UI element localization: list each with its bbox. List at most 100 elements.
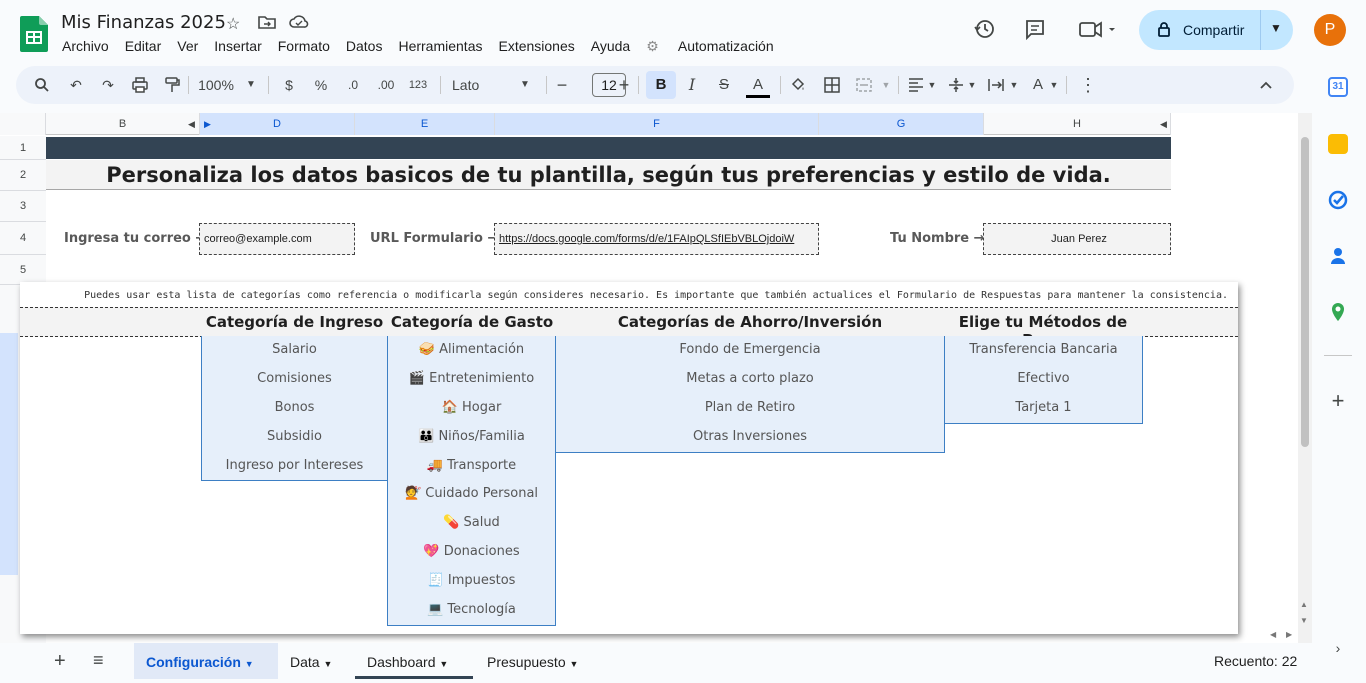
list-item[interactable]: 🥪 Alimentación — [388, 336, 555, 365]
strikethrough-button[interactable]: S — [714, 74, 734, 96]
wrap-dropdown-icon[interactable]: ▼ — [1008, 74, 1020, 96]
list-item[interactable]: 🏠 Hogar — [388, 394, 555, 423]
text-wrap-icon[interactable] — [986, 74, 1006, 96]
cloud-saved-icon[interactable] — [289, 14, 309, 35]
list-item[interactable]: Otras Inversiones — [556, 423, 944, 452]
tab-presupuesto[interactable]: Presupuesto ▼ — [475, 643, 605, 679]
list-item[interactable]: Bonos — [202, 394, 387, 423]
tab-dashboard[interactable]: Dashboard ▼ — [355, 643, 473, 679]
list-item[interactable]: Ingreso por Intereses — [202, 452, 387, 481]
list-item[interactable]: 👪 Niños/Familia — [388, 423, 555, 452]
list-item[interactable]: Fondo de Emergencia — [556, 336, 944, 365]
list-item[interactable]: Transferencia Bancaria — [945, 336, 1142, 365]
scroll-right-icon[interactable]: ▶ — [1286, 630, 1292, 639]
search-icon[interactable] — [32, 74, 52, 96]
zoom-select[interactable]: 100% — [196, 74, 236, 96]
sheets-logo-icon[interactable] — [20, 16, 48, 52]
comments-icon[interactable] — [1022, 18, 1048, 44]
star-icon[interactable]: ☆ — [226, 14, 240, 34]
decrease-decimal-button[interactable]: .0 — [341, 74, 365, 96]
share-button[interactable]: Compartir ▼ — [1139, 10, 1293, 50]
move-folder-icon[interactable] — [258, 14, 276, 35]
column-header-d[interactable]: D — [200, 113, 355, 135]
merge-dropdown-icon[interactable]: ▼ — [880, 74, 892, 96]
row-header-5[interactable]: 5 — [0, 255, 46, 285]
row-header-4[interactable]: 4 — [0, 222, 46, 255]
list-item[interactable]: Metas a corto plazo — [556, 365, 944, 394]
add-addon-icon[interactable]: + — [1328, 388, 1348, 414]
list-item[interactable]: Salario — [202, 336, 387, 365]
hidden-column-right-arrow-icon[interactable]: ▶ — [204, 113, 211, 135]
font-dropdown-icon[interactable]: ▼ — [518, 74, 532, 96]
menu-datos[interactable]: Datos — [346, 38, 391, 55]
menu-ver[interactable]: Ver — [177, 38, 206, 55]
list-item[interactable]: 💇 Cuidado Personal — [388, 480, 555, 509]
zoom-dropdown-icon[interactable]: ▼ — [244, 74, 258, 96]
tab-dropdown-icon[interactable]: ▼ — [323, 659, 332, 669]
list-item[interactable]: Efectivo — [945, 365, 1142, 394]
hidden-column-arrow-icon[interactable]: ◀ — [1160, 113, 1167, 135]
name-field[interactable]: Juan Perez — [983, 223, 1171, 255]
list-item[interactable]: 🚚 Transporte — [388, 452, 555, 481]
menu-insertar[interactable]: Insertar — [214, 38, 269, 55]
scroll-down-icon[interactable]: ▼ — [1300, 616, 1308, 625]
selection-summary[interactable]: Recuento: 22 — [1214, 653, 1297, 669]
document-title[interactable]: Mis Finanzas 2025 — [61, 12, 226, 33]
scroll-up-icon[interactable]: ▲ — [1300, 600, 1308, 609]
vertical-align-icon[interactable] — [946, 74, 966, 96]
list-item[interactable]: 💖 Donaciones — [388, 538, 555, 567]
undo-icon[interactable]: ↶ — [66, 74, 86, 96]
row-header-2[interactable]: 2 — [0, 160, 46, 191]
menu-editar[interactable]: Editar — [125, 38, 170, 55]
redo-icon[interactable]: ↷ — [98, 74, 118, 96]
more-options-icon[interactable]: ⋮ — [1078, 74, 1098, 96]
collapse-menus-icon[interactable] — [1256, 74, 1276, 96]
increase-decimal-button[interactable]: .00 — [372, 74, 400, 96]
menu-formato[interactable]: Formato — [278, 38, 338, 55]
column-header-h[interactable]: H — [984, 113, 1171, 135]
paint-format-icon[interactable] — [162, 74, 182, 96]
font-select[interactable]: Lato — [452, 74, 512, 96]
currency-format-button[interactable]: $ — [279, 74, 299, 96]
vertical-scrollbar-thumb[interactable] — [1301, 137, 1309, 447]
version-history-icon[interactable] — [972, 18, 998, 44]
form-url-field[interactable]: https://docs.google.com/forms/d/e/1FAIpQ… — [494, 223, 819, 255]
italic-button[interactable]: I — [682, 74, 702, 96]
tab-dropdown-icon[interactable]: ▼ — [245, 659, 254, 669]
menu-ayuda[interactable]: Ayuda — [591, 38, 638, 55]
row-header-1[interactable]: 1 — [0, 136, 46, 160]
font-size-decrease-button[interactable]: − — [554, 74, 570, 96]
show-side-panel-icon[interactable]: › — [1330, 640, 1346, 656]
list-item[interactable]: Tarjeta 1 — [945, 394, 1142, 423]
print-icon[interactable] — [130, 74, 150, 96]
column-header-b[interactable]: B — [46, 113, 200, 135]
menu-extensiones[interactable]: Extensiones — [498, 38, 582, 55]
list-item[interactable]: 🎬 Entretenimiento — [388, 365, 555, 394]
list-item[interactable]: 💻 Tecnología — [388, 596, 555, 625]
text-color-button[interactable]: A — [746, 74, 770, 98]
tab-dropdown-icon[interactable]: ▼ — [570, 659, 579, 669]
menu-archivo[interactable]: Archivo — [62, 38, 117, 55]
valign-dropdown-icon[interactable]: ▼ — [966, 74, 978, 96]
all-sheets-icon[interactable]: ≡ — [93, 650, 104, 671]
font-size-increase-button[interactable]: + — [616, 74, 632, 96]
list-item[interactable]: 💊 Salud — [388, 509, 555, 538]
tab-data[interactable]: Data ▼ — [278, 643, 355, 679]
column-header-e[interactable]: E — [355, 113, 495, 135]
bold-button[interactable]: B — [646, 71, 676, 99]
column-header-g[interactable]: G — [819, 113, 984, 135]
tab-configuracion[interactable]: Configuración ▼ — [134, 643, 278, 679]
fill-color-icon[interactable] — [788, 74, 808, 96]
meet-icon[interactable] — [1076, 18, 1120, 44]
text-rotation-icon[interactable]: A — [1028, 74, 1048, 96]
rotation-dropdown-icon[interactable]: ▼ — [1048, 74, 1060, 96]
select-all-corner[interactable] — [0, 113, 46, 135]
add-sheet-icon[interactable]: + — [54, 650, 66, 673]
tasks-icon[interactable] — [1328, 190, 1348, 210]
calendar-icon[interactable]: 31 — [1328, 77, 1348, 97]
column-header-f[interactable]: F — [495, 113, 819, 135]
align-dropdown-icon[interactable]: ▼ — [926, 74, 938, 96]
maps-icon[interactable] — [1328, 302, 1348, 322]
percent-format-button[interactable]: % — [311, 74, 331, 96]
hidden-column-left-arrow-icon[interactable]: ◀ — [188, 113, 195, 135]
